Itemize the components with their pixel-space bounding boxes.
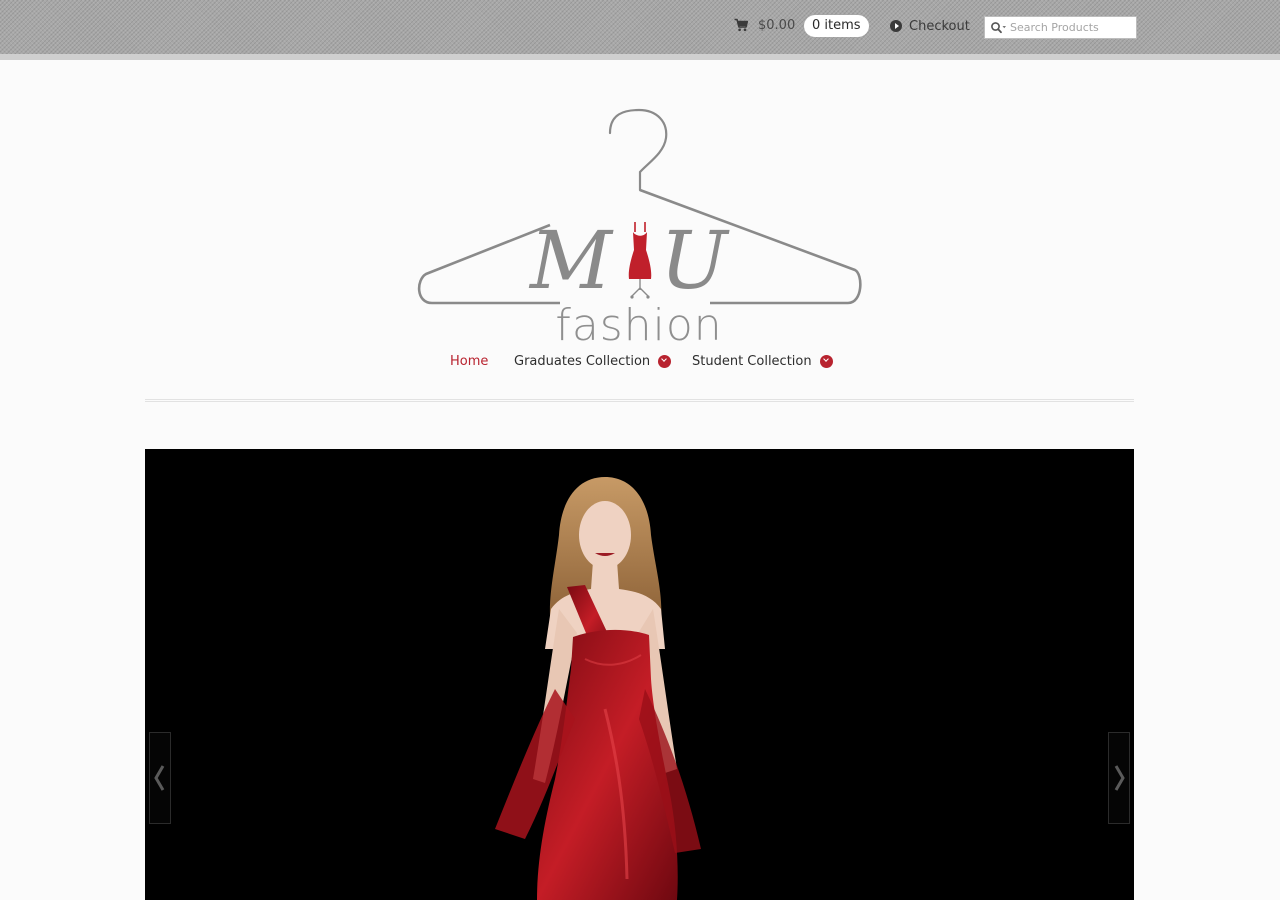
cart-icon[interactable] xyxy=(734,18,748,32)
nav-item-home[interactable]: Home xyxy=(450,350,488,372)
chevron-left-icon xyxy=(154,765,165,791)
main-nav: Home Graduates Collection Student Collec… xyxy=(0,350,1280,372)
search-box[interactable] xyxy=(984,16,1137,39)
cart-items-count[interactable]: 0 items xyxy=(804,15,869,37)
logo-wordmark: fashion xyxy=(555,300,722,350)
checkout-link[interactable]: Checkout xyxy=(890,16,970,36)
top-bar: $0.00 0 items Checkout xyxy=(0,0,1280,54)
search-icon xyxy=(991,21,1006,33)
cart-total[interactable]: $0.00 xyxy=(758,17,795,35)
slider-next-button[interactable] xyxy=(1108,732,1130,824)
nav-item-graduates-collection[interactable]: Graduates Collection xyxy=(514,350,672,372)
chevron-down-icon[interactable] xyxy=(819,354,833,368)
logo-letter-m: M xyxy=(528,214,614,307)
chevron-down-icon[interactable] xyxy=(658,354,672,368)
chevron-right-icon xyxy=(1114,765,1125,791)
nav-item-label: Graduates Collection xyxy=(514,353,651,369)
nav-item-label: Student Collection xyxy=(692,353,812,369)
slide-image xyxy=(495,477,701,900)
dress-icon xyxy=(628,222,652,299)
nav-item-student-collection[interactable]: Student Collection xyxy=(692,350,833,372)
checkout-label: Checkout xyxy=(909,18,970,34)
slider-prev-button[interactable] xyxy=(149,732,171,824)
nav-divider xyxy=(145,399,1134,402)
search-input[interactable] xyxy=(1008,18,1130,37)
site-logo[interactable]: M U fashion xyxy=(410,100,870,350)
nav-item-label: Home xyxy=(450,353,489,369)
logo-letter-u: U xyxy=(660,214,730,307)
hero-slider[interactable] xyxy=(145,449,1134,900)
top-bar-border xyxy=(0,54,1280,60)
arrow-circle-icon xyxy=(890,20,902,32)
